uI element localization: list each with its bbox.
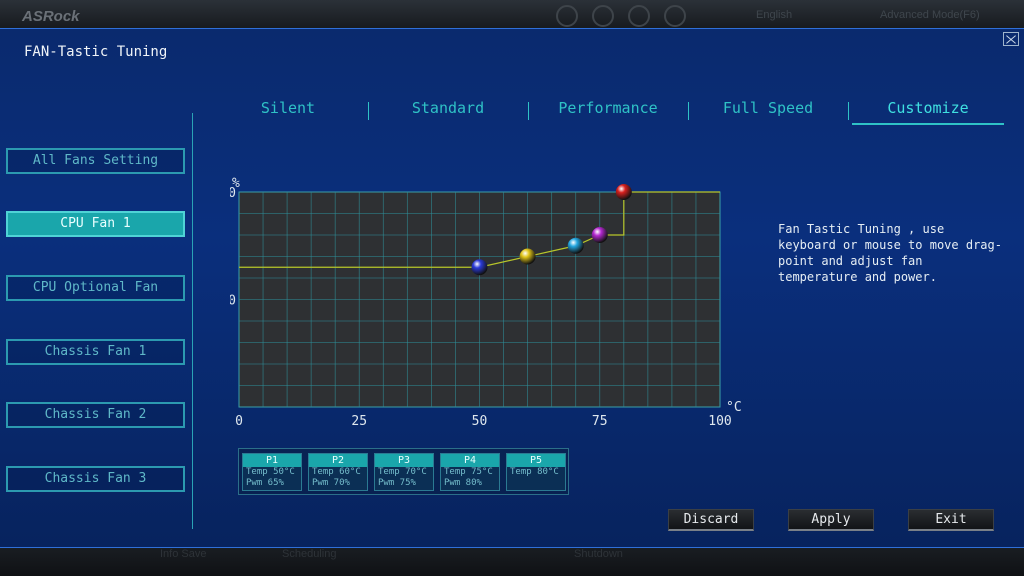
tab-performance[interactable]: Performance	[533, 99, 683, 117]
point-card-p2[interactable]: P2 Temp 60°C Pwm 70%	[308, 453, 368, 491]
point-card-pwm: Pwm 70%	[312, 478, 350, 488]
point-card-p3[interactable]: P3 Temp 70°C Pwm 75%	[374, 453, 434, 491]
info-icon[interactable]	[556, 5, 578, 27]
y-axis-unit-label: %	[232, 176, 240, 191]
fan-chassis1-button[interactable]: Chassis Fan 1	[6, 339, 185, 365]
fan-all-button[interactable]: All Fans Setting	[6, 148, 185, 174]
tab-customize[interactable]: Customize	[853, 99, 1003, 117]
top-toolbar-icons	[556, 5, 686, 27]
language-label[interactable]: English	[756, 9, 792, 21]
left-column-divider	[192, 113, 193, 529]
bottom-item-shutdown: Shutdown	[574, 548, 623, 560]
point-card-temp: Temp 60°C	[312, 467, 361, 477]
tab-separator	[688, 102, 689, 120]
fan-chassis2-button[interactable]: Chassis Fan 2	[6, 402, 185, 428]
active-tab-indicator	[852, 123, 1004, 125]
drag-point-p2[interactable]	[519, 248, 536, 265]
x-tick-label: 0	[235, 414, 243, 429]
fan-curve-chart[interactable]: 025507510010050	[230, 180, 740, 430]
point-card-name: P1	[243, 454, 301, 467]
tab-standard[interactable]: Standard	[373, 99, 523, 117]
point-table: P1 Temp 50°C Pwm 65% P2 Temp 60°C Pwm 70…	[238, 448, 569, 495]
discard-button[interactable]: Discard	[668, 509, 754, 531]
point-card-p5[interactable]: P5 Temp 80°C	[506, 453, 566, 491]
point-card-pwm: Pwm 65%	[246, 478, 284, 488]
point-card-temp: Temp 75°C	[444, 467, 493, 477]
brand-logo: ASRock	[22, 8, 80, 25]
tab-separator	[528, 102, 529, 120]
point-card-name: P2	[309, 454, 367, 467]
fan-cpu-optional-button[interactable]: CPU Optional Fan	[6, 275, 185, 301]
dialog-title: FAN-Tastic Tuning	[24, 44, 168, 60]
bottom-item-schedule: Scheduling	[282, 548, 337, 560]
bios-top-bar: ASRock English Advanced Mode(F6)	[0, 0, 1024, 30]
bottom-item-info: Info Save	[160, 548, 207, 560]
fan-chassis3-button[interactable]: Chassis Fan 3	[6, 466, 185, 492]
point-card-temp: Temp 50°C	[246, 467, 295, 477]
tab-silent[interactable]: Silent	[213, 99, 363, 117]
help-description: Fan Tastic Tuning , use keyboard or mous…	[778, 222, 1002, 284]
fan-cpu1-button[interactable]: CPU Fan 1	[6, 211, 185, 237]
x-tick-label: 100	[708, 414, 731, 429]
point-card-p4[interactable]: P4 Temp 75°C Pwm 80%	[440, 453, 500, 491]
exit-button[interactable]: Exit	[908, 509, 994, 531]
drag-point-p3[interactable]	[567, 237, 584, 254]
tab-full-speed[interactable]: Full Speed	[693, 99, 843, 117]
point-card-temp: Temp 80°C	[510, 467, 559, 477]
drag-point-p4[interactable]	[591, 227, 608, 243]
y-tick-label: 50	[230, 294, 236, 309]
drag-point-p5[interactable]	[615, 184, 632, 200]
search-icon[interactable]	[664, 5, 686, 27]
close-icon[interactable]	[1003, 32, 1019, 46]
point-card-pwm: Pwm 75%	[378, 478, 416, 488]
point-card-temp: Temp 70°C	[378, 467, 427, 477]
tab-separator	[848, 102, 849, 120]
apply-button[interactable]: Apply	[788, 509, 874, 531]
point-card-name: P4	[441, 454, 499, 467]
point-card-name: P5	[507, 454, 565, 467]
x-axis-unit-label: °C	[726, 400, 742, 415]
point-card-pwm: Pwm 80%	[444, 478, 482, 488]
refresh-icon[interactable]	[592, 5, 614, 27]
tab-separator	[368, 102, 369, 120]
drag-point-p1[interactable]	[471, 259, 488, 276]
point-card-p1[interactable]: P1 Temp 50°C Pwm 65%	[242, 453, 302, 491]
bios-bottom-bar	[0, 546, 1024, 576]
point-card-name: P3	[375, 454, 433, 467]
advanced-mode-label[interactable]: Advanced Mode(F6)	[880, 9, 980, 21]
favorite-icon[interactable]	[628, 5, 650, 27]
x-tick-label: 50	[472, 414, 488, 429]
x-tick-label: 75	[592, 414, 608, 429]
x-tick-label: 25	[351, 414, 367, 429]
